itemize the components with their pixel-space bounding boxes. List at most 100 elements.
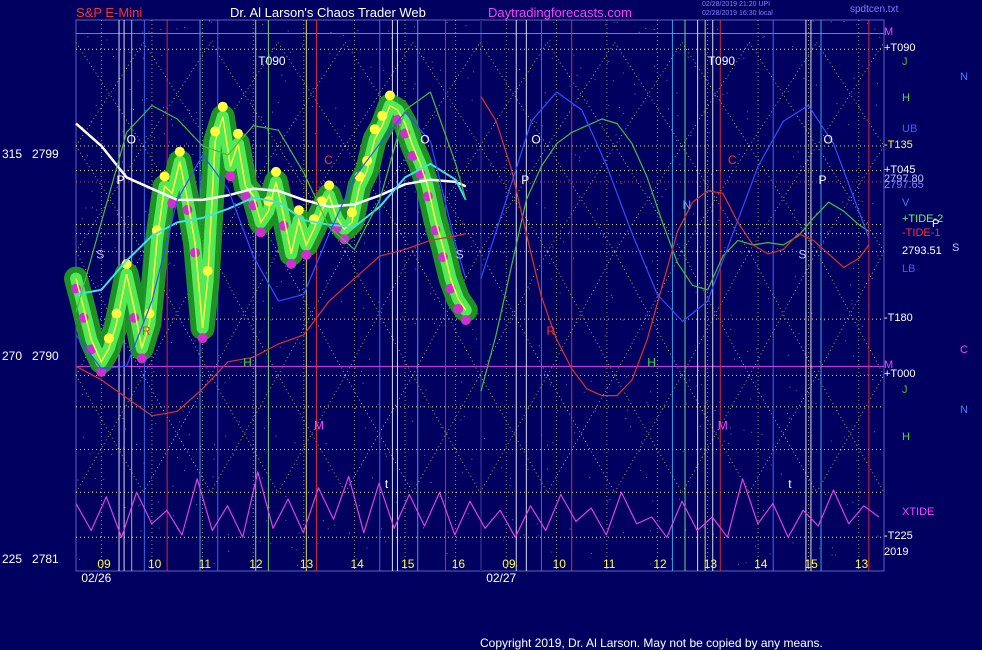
star-dot	[87, 36, 89, 38]
site-domain[interactable]: Daytradingforecasts.com	[488, 5, 632, 20]
star-dot	[182, 410, 184, 412]
y-axis-harmonic: 270	[2, 349, 23, 364]
star-dot	[693, 213, 694, 215]
star-dot	[270, 319, 272, 321]
star-dot	[544, 92, 546, 94]
chart-marker-label: H	[647, 355, 656, 369]
star-dot	[538, 345, 540, 347]
star-dot	[158, 527, 160, 529]
star-dot	[194, 340, 196, 342]
star-dot	[877, 535, 879, 537]
star-dot	[154, 137, 156, 138]
star-dot	[536, 523, 538, 525]
star-dot	[549, 39, 551, 41]
star-dot	[708, 132, 710, 134]
star-dot	[574, 154, 576, 156]
star-dot	[666, 79, 668, 81]
star-dot	[867, 374, 869, 376]
star-dot	[275, 435, 277, 437]
star-dot	[97, 137, 99, 139]
star-dot	[431, 61, 433, 63]
star-dot	[620, 183, 622, 184]
star-dot	[322, 520, 324, 522]
y-axis-price: 2799	[32, 146, 59, 161]
star-dot	[81, 394, 83, 395]
chart-marker-label: H	[243, 355, 252, 369]
star-dot	[196, 504, 198, 506]
star-dot	[329, 53, 331, 55]
price-bar-dot	[182, 204, 193, 215]
star-dot	[724, 247, 726, 249]
star-dot	[251, 100, 253, 102]
star-dot	[138, 505, 140, 507]
star-dot	[106, 39, 108, 41]
star-dot	[422, 406, 424, 408]
star-dot	[867, 22, 868, 24]
star-dot	[613, 21, 615, 23]
star-dot	[823, 242, 825, 244]
star-dot	[285, 496, 287, 498]
star-dot	[655, 372, 657, 374]
star-dot	[700, 384, 702, 386]
star-dot	[803, 77, 805, 79]
star-dot	[668, 533, 670, 535]
star-dot	[618, 107, 620, 108]
star-dot	[334, 524, 336, 526]
star-dot	[758, 173, 759, 175]
star-dot	[596, 208, 598, 210]
star-dot	[552, 442, 554, 444]
star-dot	[281, 74, 283, 76]
star-dot	[727, 442, 729, 444]
hour-tick-label: 13	[704, 557, 718, 571]
star-dot	[435, 114, 437, 116]
star-dot	[645, 315, 647, 317]
star-dot	[185, 143, 187, 145]
star-dot	[714, 410, 716, 411]
star-dot	[755, 545, 756, 547]
star-dot	[259, 540, 261, 542]
star-dot	[768, 298, 770, 300]
star-dot	[364, 427, 366, 429]
star-dot	[726, 220, 728, 222]
star-dot	[721, 250, 723, 252]
star-dot	[95, 105, 97, 107]
chart-marker-label: P	[117, 173, 125, 187]
star-dot	[649, 530, 651, 532]
star-dot	[211, 21, 213, 23]
star-dot	[364, 242, 366, 244]
star-dot	[601, 143, 603, 145]
star-dot	[446, 22, 448, 23]
star-dot	[433, 117, 435, 119]
star-dot	[611, 297, 613, 299]
star-dot	[438, 297, 440, 299]
chart-marker-label: O	[531, 133, 540, 147]
hour-tick-label: 12	[653, 557, 667, 571]
star-dot	[144, 109, 146, 111]
star-dot	[145, 136, 147, 137]
star-dot	[743, 57, 745, 59]
star-dot	[703, 526, 705, 528]
star-dot	[296, 463, 298, 465]
star-dot	[472, 329, 474, 330]
star-dot	[327, 528, 329, 530]
star-dot	[325, 280, 327, 282]
star-dot	[381, 312, 382, 314]
star-dot	[830, 440, 832, 442]
star-dot	[608, 104, 610, 106]
chart-marker-label: C	[728, 153, 737, 167]
star-dot	[276, 286, 278, 288]
chart-marker-label: N	[683, 198, 692, 212]
star-dot	[874, 28, 876, 30]
star-dot	[378, 301, 380, 303]
star-dot	[877, 255, 879, 257]
star-dot	[467, 77, 469, 79]
hour-tick-label: 15	[401, 557, 415, 571]
star-dot	[265, 155, 267, 157]
star-dot	[622, 72, 624, 74]
star-dot	[573, 54, 575, 56]
star-dot	[668, 108, 670, 110]
star-dot	[607, 62, 609, 64]
star-dot	[81, 218, 83, 220]
y-axis-label: 225 2781	[2, 552, 59, 566]
star-dot	[425, 389, 427, 391]
